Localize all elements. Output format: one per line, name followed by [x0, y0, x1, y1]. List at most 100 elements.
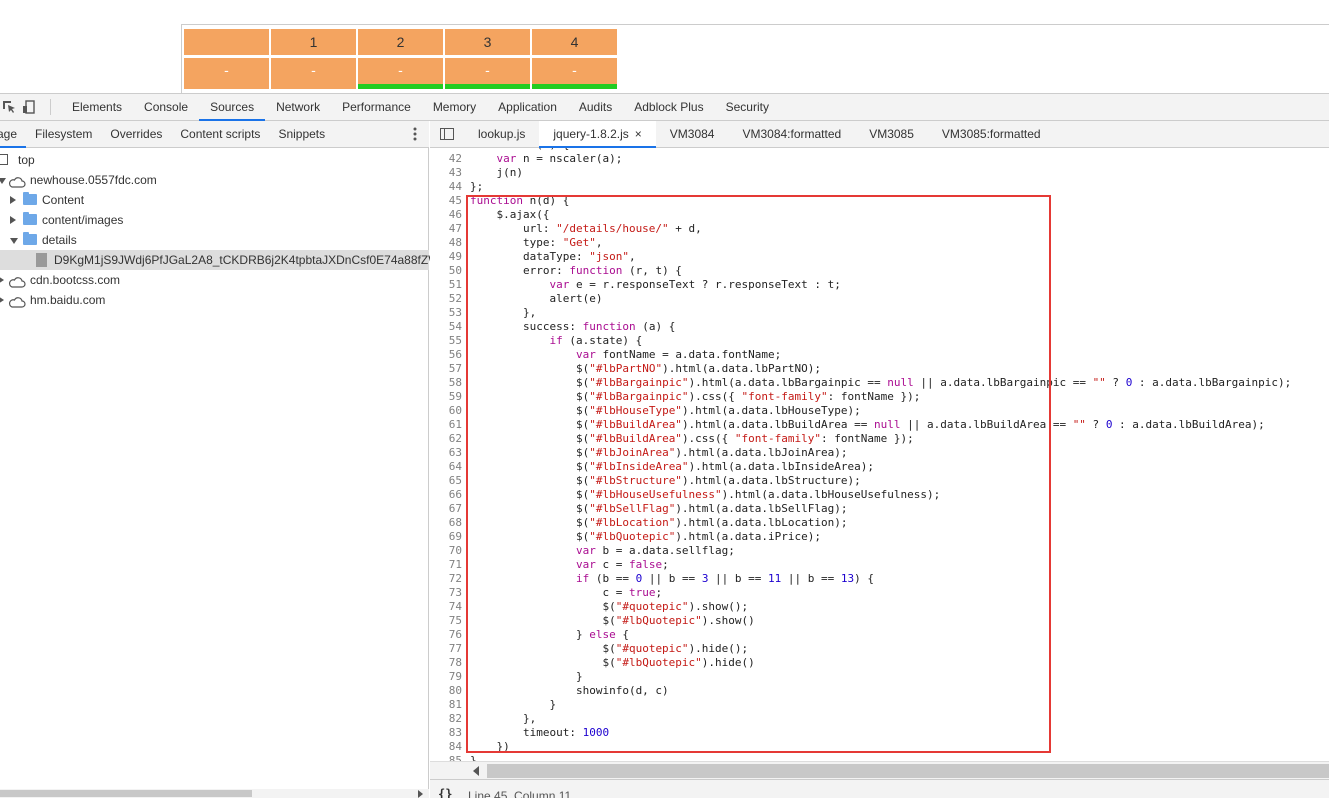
scrollbar-thumb[interactable]: [487, 764, 1329, 778]
line-number[interactable]: 55: [430, 334, 462, 348]
line-number[interactable]: 84: [430, 740, 462, 754]
expand-arrow-icon[interactable]: [0, 296, 4, 304]
line-number[interactable]: 50: [430, 264, 462, 278]
tree-item-top[interactable]: top: [0, 150, 429, 170]
line-number[interactable]: 82: [430, 712, 462, 726]
line-number[interactable]: 73: [430, 586, 462, 600]
expand-arrow-icon[interactable]: [10, 216, 16, 224]
line-number[interactable]: 62: [430, 432, 462, 446]
tab-content-scripts[interactable]: Content scripts: [171, 121, 269, 147]
code-text: $("#lbJoinArea").html(a.data.lbJoinArea)…: [470, 446, 848, 459]
tab-sources[interactable]: Sources: [199, 94, 266, 121]
line-number[interactable]: 69: [430, 530, 462, 544]
editor-tab[interactable]: lookup.js: [464, 121, 539, 147]
scroll-left-arrow-icon[interactable]: [473, 766, 479, 776]
tree-item-folder[interactable]: content/images: [0, 210, 429, 230]
line-number[interactable]: 43: [430, 166, 462, 180]
tab-console[interactable]: Console: [133, 94, 199, 120]
code-text: url: "/details/house/" + d,: [470, 222, 702, 235]
line-number[interactable]: 78: [430, 656, 462, 670]
line-number[interactable]: 83: [430, 726, 462, 740]
line-number[interactable]: 71: [430, 558, 462, 572]
line-number[interactable]: 76: [430, 628, 462, 642]
pretty-print-icon[interactable]: {}: [438, 787, 452, 798]
tree-item-folder[interactable]: Content: [0, 190, 429, 210]
line-number[interactable]: 52: [430, 292, 462, 306]
tab-elements[interactable]: Elements: [61, 94, 133, 120]
line-number[interactable]: 56: [430, 348, 462, 362]
tab-filesystem[interactable]: Filesystem: [26, 121, 101, 147]
editor-tab[interactable]: VM3084: [656, 121, 729, 147]
editor-tab-active[interactable]: jquery-1.8.2.js ×: [539, 120, 657, 148]
code-area[interactable]: 41function s(a) {42 var n = nscaler(a);4…: [430, 148, 1329, 778]
cloud-icon: [8, 274, 26, 288]
screen: 1 2 3 4 - - - - - Elements Console Sourc…: [0, 0, 1329, 798]
line-number[interactable]: 80: [430, 684, 462, 698]
line-number[interactable]: 81: [430, 698, 462, 712]
line-number[interactable]: 44: [430, 180, 462, 194]
line-number[interactable]: 58: [430, 376, 462, 390]
expand-arrow-icon[interactable]: [0, 178, 6, 184]
line-number[interactable]: 45: [430, 194, 462, 208]
line-number[interactable]: 54: [430, 320, 462, 334]
line-number[interactable]: 57: [430, 362, 462, 376]
tab-network[interactable]: Network: [265, 94, 331, 120]
tree-item-domain[interactable]: hm.baidu.com: [0, 290, 429, 310]
line-number[interactable]: 53: [430, 306, 462, 320]
code-text: var e = r.responseText ? r.responseText …: [549, 278, 841, 291]
file-icon: [36, 253, 47, 267]
line-number[interactable]: 70: [430, 544, 462, 558]
expand-arrow-icon[interactable]: [10, 196, 16, 204]
editor-tab[interactable]: VM3085: [855, 121, 928, 147]
tab-overrides[interactable]: Overrides: [101, 121, 171, 147]
line-number[interactable]: 74: [430, 600, 462, 614]
line-number[interactable]: 42: [430, 152, 462, 166]
scrollbar-thumb[interactable]: [0, 790, 252, 797]
line-number[interactable]: 79: [430, 670, 462, 684]
close-tab-icon[interactable]: ×: [635, 127, 642, 141]
line-number[interactable]: 64: [430, 460, 462, 474]
expand-arrow-icon[interactable]: [0, 276, 4, 284]
line-number[interactable]: 51: [430, 278, 462, 292]
tree-item-domain[interactable]: cdn.bootcss.com: [0, 270, 429, 290]
editor-tab[interactable]: VM3084:formatted: [728, 121, 855, 147]
code-text: function n(d) {: [470, 194, 570, 207]
editor-tab[interactable]: VM3085:formatted: [928, 121, 1055, 147]
tab-audits[interactable]: Audits: [568, 94, 623, 120]
line-number[interactable]: 65: [430, 474, 462, 488]
code-text: $("#lbBargainpic").css({ "font-family": …: [470, 390, 921, 403]
more-options-icon[interactable]: [413, 127, 417, 144]
line-number[interactable]: 46: [430, 208, 462, 222]
navigator-horizontal-scrollbar[interactable]: [0, 789, 429, 798]
editor-horizontal-scrollbar[interactable]: [430, 761, 1329, 779]
line-number[interactable]: 75: [430, 614, 462, 628]
line-number[interactable]: 68: [430, 516, 462, 530]
tab-page[interactable]: age: [0, 121, 27, 148]
line-number[interactable]: 77: [430, 642, 462, 656]
line-number[interactable]: 63: [430, 446, 462, 460]
editor-tab-bar: lookup.js jquery-1.8.2.js × VM3084 VM3084…: [430, 120, 1329, 148]
line-number[interactable]: 60: [430, 404, 462, 418]
scroll-right-arrow-icon[interactable]: [418, 790, 423, 798]
line-number[interactable]: 67: [430, 502, 462, 516]
tree-item-folder[interactable]: details: [0, 230, 429, 250]
line-number[interactable]: 66: [430, 488, 462, 502]
line-number[interactable]: 47: [430, 222, 462, 236]
line-number[interactable]: 49: [430, 250, 462, 264]
tab-snippets[interactable]: Snippets: [269, 121, 334, 147]
expand-arrow-icon[interactable]: [10, 238, 18, 244]
device-toolbar-icon[interactable]: [22, 100, 36, 114]
line-number[interactable]: 61: [430, 418, 462, 432]
toggle-navigator-icon[interactable]: [440, 128, 454, 140]
tab-memory[interactable]: Memory: [422, 94, 487, 120]
tree-item-domain[interactable]: newhouse.0557fdc.com: [0, 170, 429, 190]
tab-adblock-plus[interactable]: Adblock Plus: [623, 94, 714, 120]
line-number[interactable]: 59: [430, 390, 462, 404]
tab-application[interactable]: Application: [487, 94, 568, 120]
line-number[interactable]: 48: [430, 236, 462, 250]
line-number[interactable]: 72: [430, 572, 462, 586]
tab-performance[interactable]: Performance: [331, 94, 422, 120]
tab-security[interactable]: Security: [715, 94, 780, 120]
tree-item-file[interactable]: D9KgM1jS9JWdj6PfJGaL2A8_tCKDRB6j2K4tpbta…: [0, 250, 456, 270]
inspect-element-icon[interactable]: [2, 100, 16, 114]
